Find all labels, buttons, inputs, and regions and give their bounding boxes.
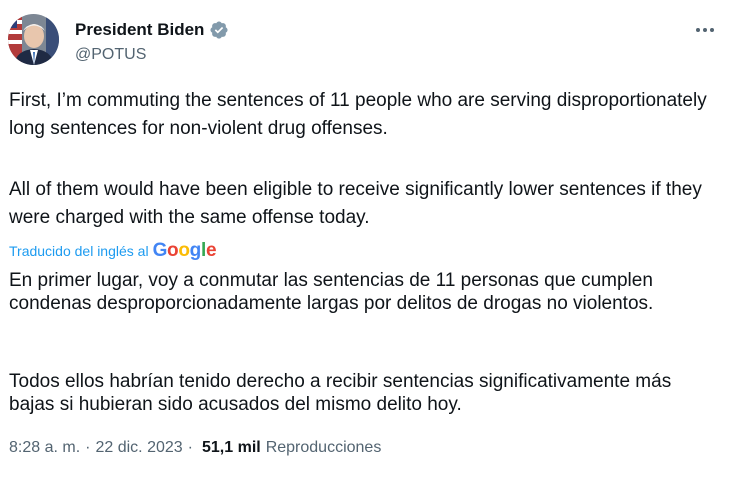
translation-label[interactable]: Traducido del inglés al xyxy=(9,243,149,259)
tweet-card: President Biden @POTUS First, I’m commut… xyxy=(0,0,731,478)
tweet-metadata: 8:28 a. m. · 22 dic. 2023 · 51,1 mil Rep… xyxy=(9,439,381,457)
more-options-icon[interactable] xyxy=(693,18,717,42)
translated-paragraph-2: Todos ellos habrían tenido derecho a rec… xyxy=(9,371,672,415)
tweet-time[interactable]: 8:28 a. m. xyxy=(9,439,80,457)
author-name-row: President Biden xyxy=(75,20,229,40)
tweet-date[interactable]: 22 dic. 2023 xyxy=(95,439,182,457)
avatar[interactable] xyxy=(8,14,59,65)
avatar-image xyxy=(8,14,59,65)
author-handle[interactable]: @POTUS xyxy=(75,46,146,64)
translated-paragraph-1: En primer lugar, voy a conmutar las sent… xyxy=(9,270,654,314)
views-count: 51,1 mil xyxy=(202,439,261,456)
tweet-paragraph-2: All of them would have been eligible to … xyxy=(9,179,702,228)
author-name[interactable]: President Biden xyxy=(75,20,204,40)
translation-attribution[interactable]: Traducido del inglés al Google xyxy=(9,240,217,262)
google-logo: Google xyxy=(152,240,217,261)
tweet-paragraph-1: First, I’m commuting the sentences of 11… xyxy=(9,90,707,139)
tweet-header: President Biden @POTUS xyxy=(8,14,723,68)
views-label: Reproducciones xyxy=(265,439,382,456)
meta-separator: · xyxy=(187,439,193,456)
verified-badge-icon[interactable] xyxy=(209,20,229,40)
meta-separator: · xyxy=(85,439,91,456)
